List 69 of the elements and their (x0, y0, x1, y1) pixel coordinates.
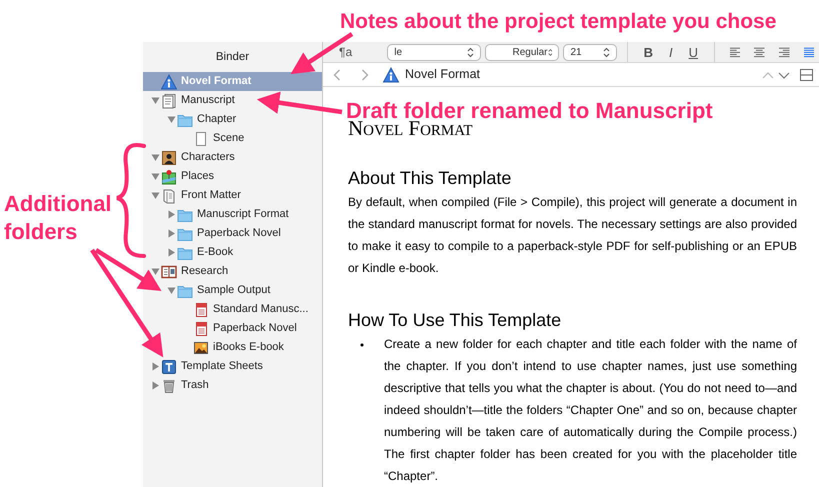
binder-item[interactable]: Trash (181, 377, 209, 394)
binder-item[interactable]: Scene (213, 130, 244, 147)
binder-item[interactable]: iBooks E-book (213, 339, 284, 356)
section-heading: How To Use This Template (348, 309, 562, 331)
expand-triangle-icon[interactable] (166, 229, 176, 238)
document-heading: Novel Format (348, 117, 473, 139)
stepper-arrows-icon (548, 46, 552, 58)
book-icon (161, 188, 177, 204)
collapse-triangle-icon[interactable] (166, 115, 176, 124)
back-icon[interactable] (333, 68, 341, 81)
info-icon (161, 74, 177, 90)
binder-item[interactable]: Standard Manusc... (213, 301, 308, 318)
pdf-icon (193, 320, 209, 336)
page-icon (193, 130, 209, 146)
expand-triangle-icon[interactable] (150, 362, 160, 371)
binder-item[interactable]: Research (181, 263, 228, 280)
font-family-dropdown[interactable]: le (387, 44, 482, 61)
binder-item[interactable]: Front Matter (181, 187, 241, 204)
collapse-triangle-icon[interactable] (150, 172, 160, 181)
font-size-dropdown[interactable]: 21 (563, 44, 617, 61)
split-view-icon[interactable] (800, 68, 813, 81)
binder-item[interactable]: E-Book (197, 244, 234, 261)
binder-item[interactable]: Paperback Novel (197, 225, 281, 242)
binder-item[interactable]: Places (181, 168, 214, 185)
template-icon (161, 358, 177, 374)
expand-triangle-icon[interactable] (150, 381, 160, 390)
binder-item[interactable]: Sample Output (197, 282, 270, 299)
bold-button[interactable]: B (638, 46, 659, 59)
align-left-icon[interactable] (730, 46, 740, 58)
forward-icon[interactable] (361, 68, 369, 81)
binder-item[interactable]: Manuscript (181, 92, 235, 109)
character-card-icon (161, 150, 177, 166)
annotation-text: Notes about the project template you chose (340, 9, 778, 35)
panel-title: Binder (214, 50, 250, 65)
body-paragraph: By default, when compiled (File > Compile), this project will generate a document in the standard manuscript format for novels. The necessary settings are also provided to make it easy to compile to a paperback-style PDF for self-publishing or an EPUB or Kindle e-book. (348, 194, 797, 277)
collapse-triangle-icon[interactable] (166, 286, 176, 295)
bullet-icon (360, 342, 364, 347)
info-icon (383, 66, 399, 83)
collapse-triangle-icon[interactable] (150, 267, 160, 276)
stepper-arrows-icon (467, 46, 474, 58)
collapse-triangle-icon[interactable] (150, 191, 160, 200)
binder-item[interactable]: Manuscript Format (197, 206, 289, 223)
collapse-triangle-icon[interactable] (150, 96, 160, 105)
binder-item[interactable]: Template Sheets (181, 358, 263, 375)
section-heading: About This Template (348, 167, 512, 189)
binder-item[interactable]: Chapter (197, 111, 236, 128)
expand-triangle-icon[interactable] (166, 248, 176, 257)
binder-item[interactable]: Characters (181, 149, 235, 166)
manuscript-icon (161, 92, 177, 108)
stepper-arrows-icon (602, 46, 610, 58)
book-icon (161, 264, 177, 280)
image-icon (193, 340, 209, 356)
align-center-icon[interactable] (754, 46, 765, 58)
font-style-dropdown[interactable]: Regular (485, 44, 560, 61)
trash-icon (161, 378, 177, 394)
align-right-icon[interactable] (778, 46, 790, 58)
expand-triangle-icon[interactable] (166, 210, 176, 219)
align-justify-icon[interactable] (804, 46, 814, 58)
map-pin-icon (161, 168, 177, 184)
underline-button[interactable]: U (682, 46, 704, 59)
bullet-paragraph: Create a new folder for each chapter and title each folder with the name of the chapter. If you don’t intend to use chapter names, just use something descriptive that tells you what the chapter is about. (You do not need to—and indeed shouldn’t—title the folders “Chapter One” and so on, because chapter numbering will be taken care of automatically during the Compile process.) The first chapter folder has been created for you with the placeholder title “Chapter”. (384, 336, 797, 485)
pdf-icon (193, 302, 209, 318)
paragraph-style-button[interactable]: ¶a (333, 46, 384, 58)
annotation-text: Additional folders (4, 190, 113, 246)
italic-button[interactable]: I (662, 46, 679, 59)
binder-item[interactable]: Paperback Novel (213, 320, 297, 337)
annotation-arrow (290, 32, 354, 74)
collapse-triangle-icon[interactable] (150, 153, 160, 162)
document-title: Novel Format (405, 66, 480, 84)
